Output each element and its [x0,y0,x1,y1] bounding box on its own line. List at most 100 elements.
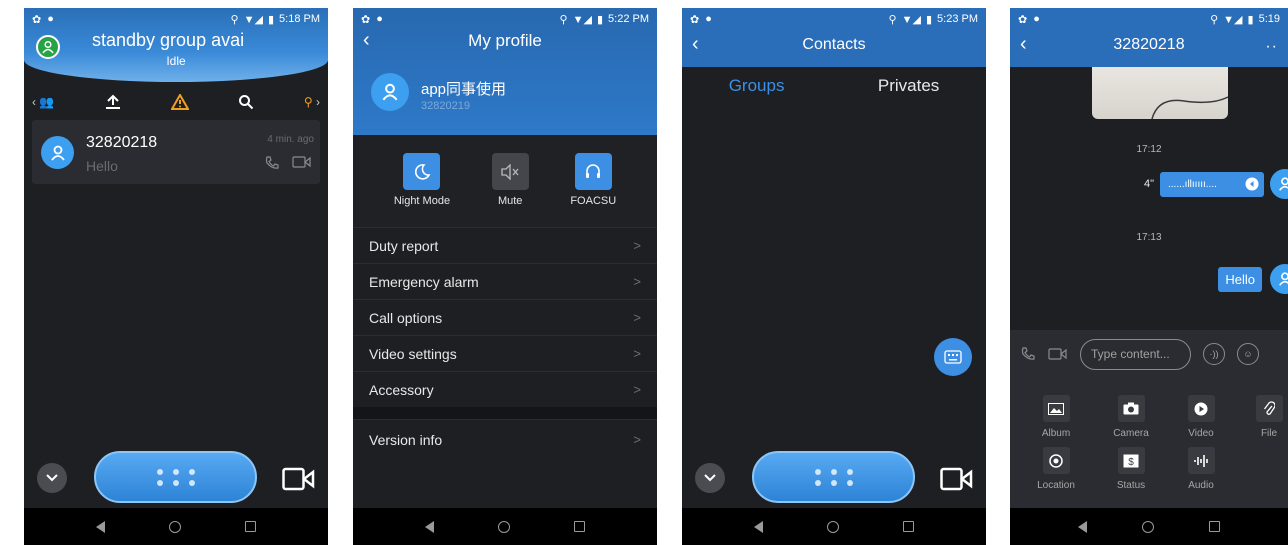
menu-item-duty-report[interactable]: Duty report > [353,227,657,263]
menu-item-label: Call options [369,309,443,326]
photo-preview-icon [1151,96,1228,119]
foacsu-button[interactable]: FOACSU [570,153,616,227]
home-nav-icon[interactable] [1141,520,1154,533]
attach-video-button[interactable]: Video [1171,395,1231,439]
alarm-warning-icon[interactable] [171,94,190,110]
chat-title: 32820218 [1113,36,1185,53]
settings-status-icon: ✿ [32,13,42,26]
home-nav-icon[interactable] [498,520,510,533]
video-call-icon[interactable] [292,155,312,169]
voice-duration: 4" [1143,178,1154,190]
phone-call-icon[interactable] [264,155,280,171]
phone-call-icon[interactable] [1020,346,1036,362]
system-nav-bar [682,508,986,545]
attach-status-button[interactable]: $ Status [1101,447,1161,491]
contact-card[interactable]: 32820218 Hello 4 min. ago [32,120,320,184]
video-camera-icon[interactable] [282,467,316,491]
search-icon[interactable] [238,94,254,110]
voice-record-icon[interactable]: ·)) [1203,343,1225,365]
signal-status-icon: ▼◢ [901,13,921,26]
camera-icon [1117,395,1145,422]
text-message-bubble[interactable]: Hello [1218,266,1262,292]
recents-nav-icon[interactable] [1209,521,1221,532]
menu-item-emergency-alarm[interactable]: Emergency alarm > [353,263,657,299]
location-status-icon: ⚲ [1210,13,1219,26]
sender-avatar[interactable] [1270,169,1288,199]
contact-name: 32820218 [86,134,158,151]
mute-button[interactable]: Mute [491,153,529,227]
attach-camera-button[interactable]: Camera [1101,395,1161,439]
video-camera-icon[interactable] [940,467,974,491]
system-nav-bar [353,508,657,545]
profile-avatar[interactable] [371,73,409,111]
attach-file-button[interactable]: File [1239,395,1288,439]
voice-message-bubble[interactable]: ......ıllııııı.... [1160,171,1264,197]
contact-last-message: Hello [86,158,118,174]
video-call-icon[interactable] [1048,347,1068,361]
tab-groups[interactable]: Groups [729,76,785,96]
home-nav-icon[interactable] [827,520,839,533]
play-icon [1245,177,1259,191]
collapse-button[interactable] [695,463,725,493]
status-bar: ✿ ● ⚲ ▼◢ ▮ 5:23 PM [682,8,986,30]
chevron-right-icon: > [633,346,641,361]
message-timestamp: 17:13 [1136,232,1162,243]
menu-item-label: Accessory [369,381,434,398]
system-nav-bar [24,508,328,545]
profile-screen: ✿ ● ⚲ ▼◢ ▮ 5:22 PM ‹ My profile app同事使用 … [353,8,657,545]
section-divider [353,407,657,419]
image-message[interactable] [1092,67,1228,119]
recents-nav-icon[interactable] [903,521,914,532]
message-input[interactable] [1080,338,1191,370]
location-status-icon: ⚲ [230,13,239,26]
standby-screen: ✿ ● ⚲ ▼◢ ▮ 5:18 PM standby group avai Id… [24,8,328,545]
back-nav-icon[interactable] [425,520,434,533]
location-member-icon[interactable]: ⚲ › [304,95,320,109]
attach-location-button[interactable]: Location [1026,447,1086,491]
emoji-icon[interactable]: ☺ [1237,343,1259,365]
menu-item-version-info[interactable]: Version info > [353,419,657,459]
keyboard-fab-button[interactable] [934,338,972,376]
attach-album-button[interactable]: Album [1026,395,1086,439]
back-nav-icon[interactable] [1077,520,1087,533]
album-icon [1042,395,1070,422]
recents-nav-icon[interactable] [245,521,256,532]
status-bar: ✿ ● ⚲ ▼◢ ▮ 5:22 PM [353,8,657,30]
group-members-icon[interactable]: ‹ 👥 [32,95,54,109]
menu-item-call-options[interactable]: Call options > [353,299,657,335]
menu-item-video-settings[interactable]: Video settings > [353,335,657,371]
system-nav-bar [1010,508,1288,545]
sender-avatar[interactable] [1270,264,1288,294]
menu-item-accessory[interactable]: Accessory > [353,371,657,407]
push-to-talk-button[interactable] [94,451,257,503]
back-nav-icon[interactable] [754,520,763,533]
audio-wave-icon [1187,447,1215,474]
collapse-button[interactable] [37,463,67,493]
group-status: Idle [166,54,186,68]
chevron-right-icon: > [633,382,641,397]
headset-icon [574,153,612,190]
status-icon: $ [1117,447,1145,474]
contact-tabs: Groups Privates [682,67,986,105]
tab-privates[interactable]: Privates [878,76,939,96]
recents-nav-icon[interactable] [574,521,585,532]
night-mode-button[interactable]: Night Mode [394,153,450,227]
quick-action-label: FOACSU [570,195,617,207]
push-to-talk-button[interactable] [752,451,915,503]
back-nav-icon[interactable] [96,520,105,533]
home-nav-icon[interactable] [169,520,181,533]
circle-status-icon: ● [1033,13,1040,25]
ptt-controls [24,450,328,506]
clock-text: 5:23 PM [937,13,978,25]
moon-icon [403,153,441,190]
signal-status-icon: ▼◢ [1223,13,1243,26]
more-options-icon[interactable]: ·· [1265,38,1278,56]
page-title: Contacts [802,36,866,53]
circle-status-icon: ● [376,13,383,25]
status-bar: ✿ ● ⚲ ▼◢ ▮ 5:19 [1010,8,1288,30]
ptt-controls [682,450,986,506]
clock-text: 5:18 PM [279,13,320,25]
upload-icon[interactable] [104,94,122,110]
menu-item-label: Video settings [369,345,457,362]
attach-audio-button[interactable]: Audio [1171,447,1231,491]
